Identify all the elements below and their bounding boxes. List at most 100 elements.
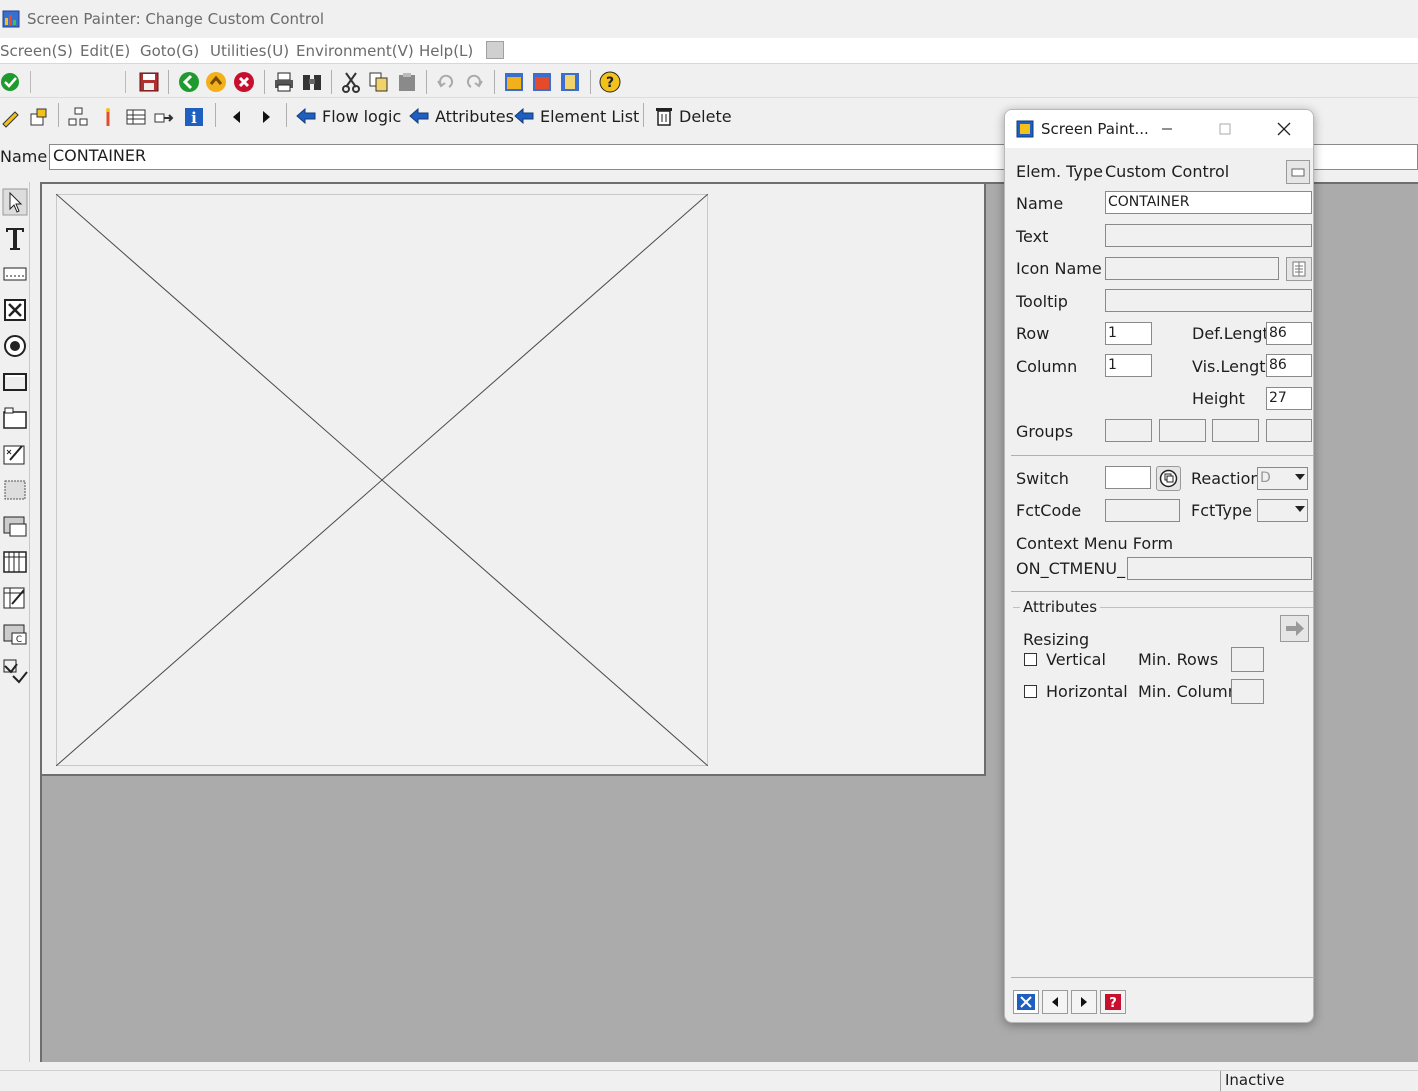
pointer-icon[interactable]	[97, 106, 119, 128]
column-input[interactable]: 1	[1105, 354, 1152, 377]
attributes-window: Screen Paint... Elem. Type Custom Contro…	[1004, 109, 1314, 1023]
hierarchy-icon[interactable]	[67, 106, 89, 128]
undo-icon[interactable]	[435, 71, 457, 93]
attributes-window-title: Screen Paint...	[1041, 120, 1149, 138]
previous-icon[interactable]	[226, 106, 248, 128]
element-list-button[interactable]: Element List	[514, 104, 639, 128]
subscreen-icon[interactable]	[2, 512, 28, 540]
horizontal-checkbox[interactable]	[1024, 685, 1037, 698]
attributes-button[interactable]: Attributes	[409, 104, 514, 128]
on-ctmenu-input[interactable]	[1127, 557, 1312, 580]
menu-help[interactable]: Help(L)	[419, 42, 473, 60]
move-icon[interactable]	[153, 106, 175, 128]
table-wizard-icon[interactable]	[2, 584, 28, 612]
exit-icon[interactable]	[205, 71, 227, 93]
resizing-label: Resizing	[1023, 630, 1090, 649]
flow-logic-button[interactable]: Flow logic	[296, 104, 401, 128]
text-input[interactable]	[1105, 224, 1312, 247]
previous-element-button[interactable]	[1042, 990, 1068, 1014]
icon-browse-button[interactable]	[1286, 257, 1312, 281]
window-help-button[interactable]: ?	[1100, 990, 1126, 1014]
layout-menu-icon[interactable]	[486, 41, 504, 59]
status-inactive: Inactive	[1220, 1071, 1418, 1091]
tabstrip-wizard-icon[interactable]	[2, 440, 28, 468]
icon-name-input[interactable]	[1105, 257, 1279, 280]
command-field[interactable]	[30, 71, 126, 93]
reaction-select[interactable]: D	[1257, 467, 1308, 490]
group-3-input[interactable]	[1212, 419, 1259, 442]
save-icon[interactable]	[138, 71, 160, 93]
status-icon[interactable]	[2, 656, 28, 684]
tooltip-label: Tooltip	[1016, 292, 1068, 311]
close-x-icon	[1017, 994, 1035, 1010]
height-input[interactable]: 27	[1266, 387, 1312, 410]
menu-utilities[interactable]: Utilities(U)	[210, 42, 289, 60]
print-icon[interactable]	[273, 71, 295, 93]
maximize-button[interactable]	[1213, 118, 1237, 140]
more-attributes-button[interactable]	[1280, 615, 1309, 642]
switch-input[interactable]	[1105, 466, 1151, 489]
min-columns-input[interactable]	[1231, 679, 1264, 704]
group-2-input[interactable]	[1159, 419, 1206, 442]
help-icon[interactable]: ?	[599, 71, 621, 93]
cancel-icon[interactable]	[233, 71, 255, 93]
back-icon[interactable]	[178, 71, 200, 93]
select-pointer-icon[interactable]	[2, 188, 28, 216]
redo-icon[interactable]	[463, 71, 485, 93]
close-button[interactable]	[1272, 118, 1296, 140]
fcttype-select[interactable]	[1257, 499, 1308, 522]
next-element-button[interactable]	[1071, 990, 1097, 1014]
on-ctmenu-label: ON_CTMENU_	[1016, 559, 1126, 578]
def-length-label: Def.Lengtl	[1192, 324, 1274, 343]
layout-window3-icon[interactable]	[559, 71, 581, 93]
switch-browse-button[interactable]	[1156, 466, 1181, 491]
attributes-window-titlebar[interactable]: Screen Paint...	[1005, 110, 1313, 148]
enter-check-icon[interactable]	[0, 71, 22, 93]
group-1-input[interactable]	[1105, 419, 1152, 442]
tooltip-input[interactable]	[1105, 289, 1312, 312]
layout-window2-icon[interactable]	[531, 71, 553, 93]
minimize-button[interactable]	[1155, 118, 1179, 140]
attributes-window-footer: ?	[1011, 977, 1313, 1022]
checkbox-element-icon[interactable]	[2, 296, 28, 324]
input-field-icon[interactable]	[2, 260, 28, 288]
cut-icon[interactable]	[340, 71, 362, 93]
info-icon[interactable]: i	[183, 106, 205, 128]
box-frame-icon[interactable]	[2, 476, 28, 504]
next-icon[interactable]	[255, 106, 277, 128]
paste-icon[interactable]	[396, 71, 418, 93]
menu-edit[interactable]: Edit(E)	[80, 42, 130, 60]
app-icon	[2, 10, 20, 28]
vis-length-input[interactable]: 86	[1266, 354, 1312, 377]
table-control-icon[interactable]	[2, 548, 28, 576]
min-rows-label: Min. Rows	[1138, 650, 1219, 669]
vertical-checkbox[interactable]	[1024, 653, 1037, 666]
name-input[interactable]: CONTAINER	[1105, 191, 1312, 214]
pushbutton-icon[interactable]	[2, 368, 28, 396]
menu-goto[interactable]: Goto(G)	[140, 42, 199, 60]
def-length-input[interactable]: 86	[1266, 322, 1312, 345]
close-window-button[interactable]	[1013, 990, 1039, 1014]
pencil-icon[interactable]	[0, 106, 22, 128]
layout-window-icon[interactable]	[503, 71, 525, 93]
text-field-icon[interactable]	[2, 224, 28, 252]
tabstrip-icon[interactable]	[2, 404, 28, 432]
menu-screen[interactable]: Screen(S)	[0, 42, 73, 60]
min-rows-input[interactable]	[1231, 647, 1264, 672]
radio-button-icon[interactable]	[2, 332, 28, 360]
delete-button[interactable]: Delete	[655, 104, 732, 128]
element-details-button[interactable]	[1286, 160, 1310, 184]
group-4-input[interactable]	[1266, 419, 1312, 442]
display-change-icon[interactable]	[28, 106, 50, 128]
elem-type-label: Elem. Type	[1016, 162, 1103, 181]
find-icon[interactable]	[301, 71, 323, 93]
menu-environment[interactable]: Environment(V)	[296, 42, 414, 60]
table-display-icon[interactable]	[125, 106, 147, 128]
arrow-left-icon	[514, 108, 534, 124]
fctcode-input[interactable]	[1105, 499, 1180, 522]
copy-icon[interactable]	[368, 71, 390, 93]
arrow-left-icon	[296, 108, 316, 124]
row-input[interactable]: 1	[1105, 322, 1152, 345]
custom-control-container[interactable]	[56, 194, 708, 766]
custom-control-icon[interactable]: C	[2, 620, 28, 648]
